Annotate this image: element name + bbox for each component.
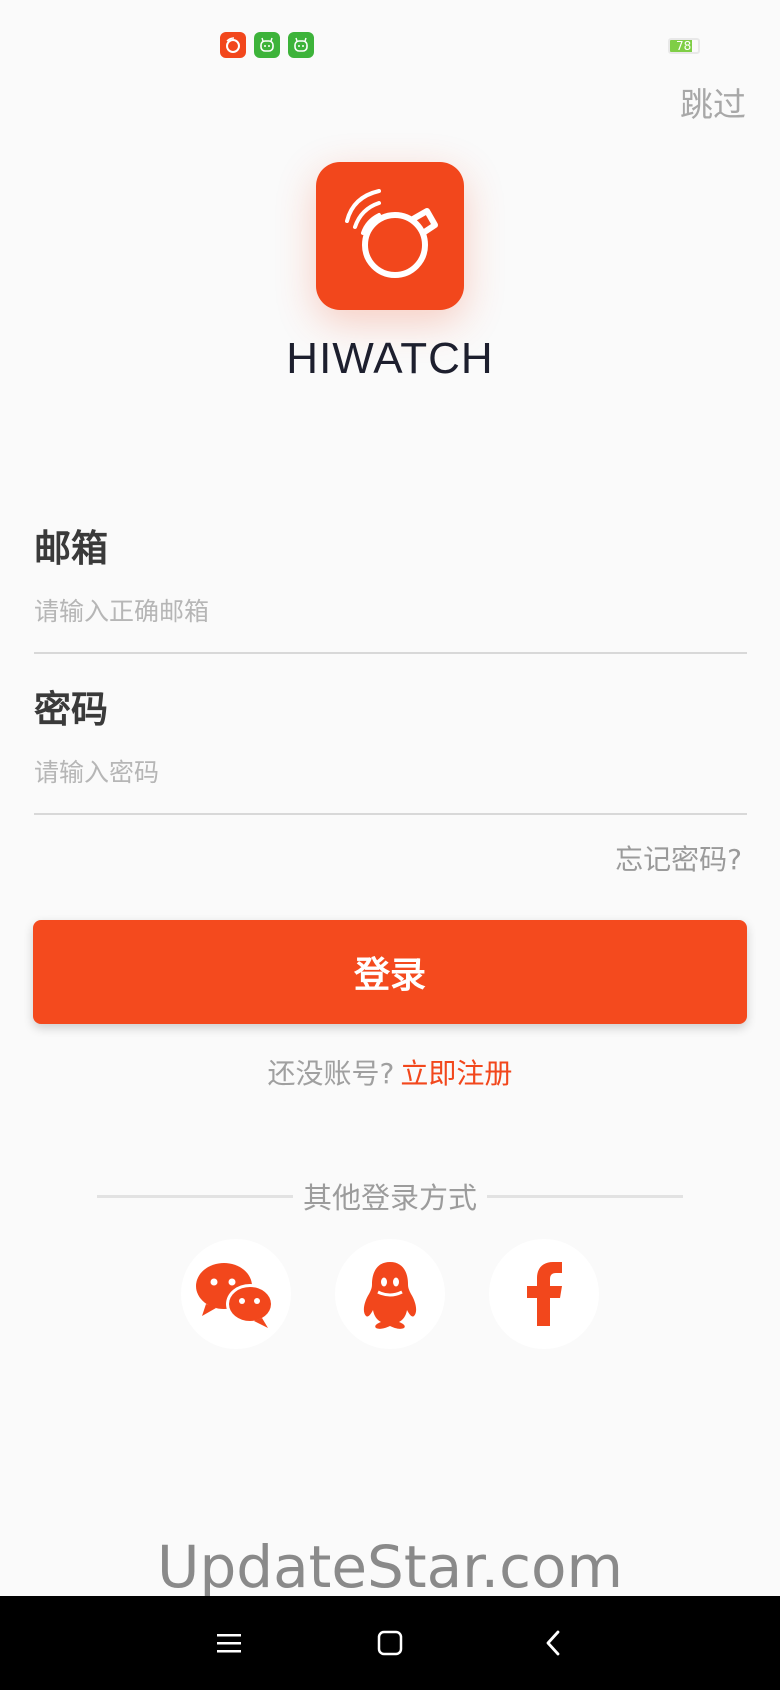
register-row: 还没账号? 立即注册 [0,1052,780,1092]
status-bar: 78 [0,0,780,92]
skip-button[interactable]: 跳过 [680,78,746,126]
wechat-icon [196,1263,274,1328]
divider-line-right [487,1194,684,1198]
email-label: 邮箱 [34,527,108,570]
home-square-icon [377,1630,403,1656]
menu-button[interactable] [204,1618,254,1668]
back-chevron-icon [546,1630,560,1656]
android-icon [288,32,314,58]
facebook-login-button[interactable] [489,1239,599,1349]
login-button[interactable]: 登录 [33,920,747,1024]
password-underline [34,813,747,815]
register-prompt: 还没账号? [267,1057,395,1090]
qq-icon [363,1262,417,1329]
android-icon [254,32,280,58]
watermark: UpdateStar.com [157,1533,623,1601]
forgot-password-link[interactable]: 忘记密码? [615,838,742,878]
login-screen: 78 跳过 HIWATCH 邮箱 密码 忘记密码? 登录 还没账号?立即注册 其… [0,0,780,1690]
smartwatch-icon [345,189,438,278]
facebook-icon [527,1262,562,1326]
other-login-divider: 其他登录方式 [97,1178,684,1215]
email-input[interactable] [34,586,746,636]
password-input[interactable] [34,747,746,797]
qq-login-button[interactable] [335,1239,445,1349]
home-button[interactable] [365,1618,415,1668]
password-label: 密码 [34,688,108,731]
hiwatch-icon [220,32,246,58]
menu-icon [217,1634,241,1653]
battery-indicator: 78 [668,38,700,54]
wechat-login-button[interactable] [181,1239,291,1349]
back-button[interactable] [528,1618,578,1668]
email-underline [34,652,747,654]
other-login-label: 其他登录方式 [303,1181,478,1215]
register-link[interactable]: 立即注册 [400,1057,512,1090]
navigation-bar [0,1596,780,1690]
app-name: HIWATCH [286,334,494,383]
divider-line-left [97,1194,293,1198]
battery-text: 78 [676,39,692,53]
app-logo [316,162,464,310]
status-notification-icons [220,32,314,58]
